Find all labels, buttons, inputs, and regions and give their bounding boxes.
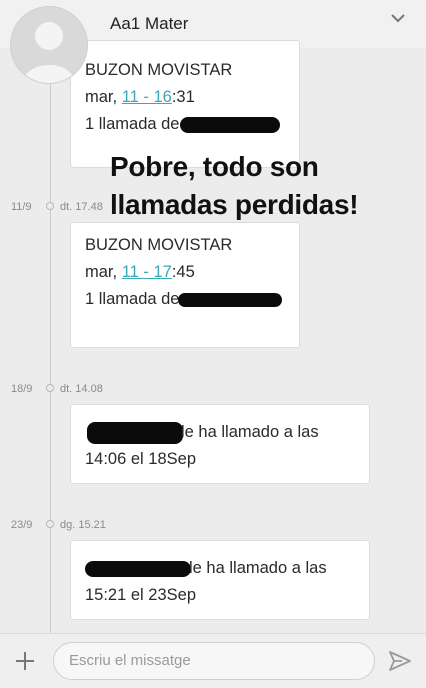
avatar[interactable] — [10, 6, 88, 84]
message-bubble[interactable]: le ha llamado a las 14:06 el 18Sep — [70, 404, 370, 484]
date-link[interactable]: 11 - 17 — [122, 263, 172, 281]
date-link[interactable]: 11 - 16 — [122, 88, 172, 106]
message-line: 1 llamada de — [85, 286, 287, 313]
message-input[interactable]: Escriu el missatge — [53, 642, 375, 680]
overlay-line: Pobre, todo son — [110, 151, 319, 182]
message-time: dt. 17.48 — [60, 201, 103, 213]
message-line: 1 llamada de — [85, 111, 287, 138]
redaction-mark — [178, 292, 283, 307]
add-attachment-icon[interactable] — [14, 650, 36, 677]
message-text: 1 llamada de — [85, 290, 180, 308]
message-line: le ha llamado a las — [85, 419, 357, 446]
message-date: 23/9 — [11, 519, 33, 531]
redaction-mark — [180, 116, 281, 133]
message-text: mar, — [85, 88, 122, 106]
message-time: dt. 14.08 — [60, 383, 103, 395]
overlay-line: llamadas perdidas! — [110, 189, 359, 220]
message-line: BUZON MOVISTAR — [85, 236, 233, 254]
message-text: :31 — [171, 88, 195, 106]
overlay-caption: Pobre, todo son llamadas perdidas! — [110, 148, 410, 224]
redaction-mark — [85, 560, 191, 577]
message-line: mar, 11 - 16:31 — [85, 84, 287, 111]
message-bubble[interactable]: le ha llamado a las 15:21 el 23Sep — [70, 540, 370, 620]
message-date: 11/9 — [11, 201, 32, 213]
message-text: le ha llamado a las — [181, 423, 319, 441]
message-text: mar, — [85, 263, 122, 281]
contact-name[interactable]: Aa1 Mater — [110, 14, 188, 34]
message-line: 14:06 el 18Sep — [85, 450, 197, 468]
message-text: :45 — [171, 263, 195, 281]
message-line: mar, 11 - 17:45 — [85, 259, 287, 286]
message-bubble[interactable]: BUZON MOVISTAR mar, 11 - 17:45 1 llamada… — [70, 222, 300, 348]
timeline-line — [50, 48, 51, 633]
compose-bar: Escriu el missatge — [0, 633, 426, 688]
message-line: 15:21 el 23Sep — [85, 586, 197, 604]
timeline-dot — [46, 202, 54, 210]
send-icon[interactable] — [388, 650, 412, 677]
message-time: dg. 15.21 — [60, 519, 106, 531]
timeline-dot — [46, 384, 54, 392]
message-text: 1 llamada de — [85, 115, 180, 133]
message-date: 18/9 — [11, 383, 33, 395]
redaction-mark — [87, 421, 183, 444]
message-line: le ha llamado a las — [85, 555, 357, 582]
timeline-dot — [46, 520, 54, 528]
message-text: le ha llamado a las — [189, 559, 327, 577]
chevron-down-icon[interactable] — [386, 6, 410, 35]
message-line: BUZON MOVISTAR — [85, 61, 233, 79]
